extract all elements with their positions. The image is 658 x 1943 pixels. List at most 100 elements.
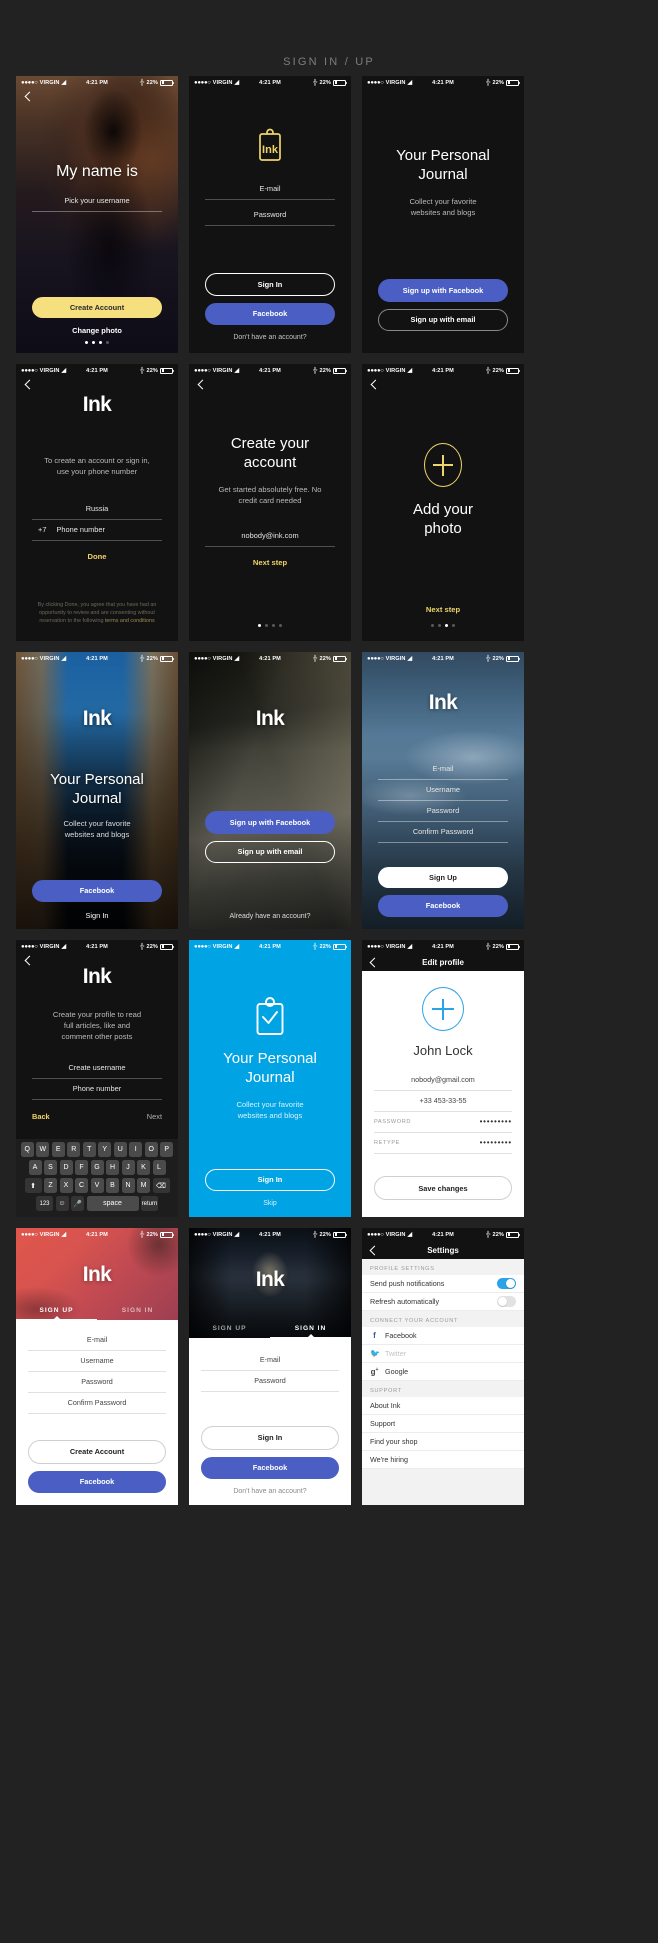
password-input[interactable]: Password xyxy=(201,1371,339,1392)
retype-field[interactable]: RETYPE ••••••••• xyxy=(374,1133,512,1154)
username-input[interactable]: Username xyxy=(28,1351,166,1372)
key-a[interactable]: A xyxy=(28,1160,42,1175)
plus-circle-icon[interactable] xyxy=(422,987,464,1031)
next-link[interactable]: Next xyxy=(147,1112,162,1121)
country-select[interactable]: Russia xyxy=(32,499,162,520)
settings-row-push-notifications[interactable]: Send push notifications xyxy=(362,1275,524,1293)
key-h[interactable]: H xyxy=(106,1160,119,1175)
save-changes-button[interactable]: Save changes xyxy=(374,1176,512,1200)
confirm-password-input[interactable]: Confirm Password xyxy=(378,822,508,843)
password-input[interactable]: Password xyxy=(205,205,335,226)
email-input[interactable]: E-mail xyxy=(201,1350,339,1371)
signup-email-button[interactable]: Sign up with email xyxy=(378,308,508,331)
key-k[interactable]: K xyxy=(137,1160,150,1175)
refresh-automatically-toggle[interactable] xyxy=(497,1296,516,1307)
facebook-button[interactable]: Facebook xyxy=(201,1456,339,1479)
back-icon[interactable] xyxy=(24,380,33,389)
sign-up-button[interactable]: Sign Up xyxy=(378,867,508,888)
key-r[interactable]: R xyxy=(67,1142,81,1157)
tab-sign-in[interactable]: SIGN IN xyxy=(97,1301,178,1320)
next-step-button[interactable]: Next step xyxy=(205,558,335,567)
back-icon[interactable] xyxy=(24,956,33,965)
key-x[interactable]: X xyxy=(59,1178,73,1193)
no-account-link[interactable]: Don't have an account? xyxy=(201,1488,339,1505)
key-z[interactable]: Z xyxy=(44,1178,57,1193)
page-dots[interactable] xyxy=(362,614,524,641)
key-w[interactable]: W xyxy=(36,1142,50,1157)
terms-link[interactable]: terms and conditions xyxy=(105,618,155,624)
key-b[interactable]: B xyxy=(106,1178,119,1193)
onscreen-keyboard[interactable]: Q W E R T Y U I O P A S D F G H J K L ⬆ … xyxy=(16,1139,178,1217)
skip-link[interactable]: Skip xyxy=(205,1200,335,1207)
phone-number-input[interactable]: Phone number xyxy=(32,1079,162,1100)
key-i[interactable]: I xyxy=(129,1142,143,1157)
email-input[interactable]: E-mail xyxy=(378,759,508,780)
settings-row-were-hiring[interactable]: We're hiring xyxy=(362,1451,524,1469)
phone-input[interactable]: +33 453-33-55 xyxy=(374,1091,512,1112)
key-q[interactable]: Q xyxy=(20,1142,34,1157)
page-dots[interactable] xyxy=(16,340,178,353)
key-d[interactable]: D xyxy=(59,1160,73,1175)
back-icon[interactable] xyxy=(369,958,378,967)
emoji-icon[interactable]: ☺ xyxy=(55,1196,69,1211)
create-account-button[interactable]: Create Account xyxy=(32,297,162,318)
sign-in-button[interactable]: Sign In xyxy=(205,1168,335,1191)
space-key[interactable]: space xyxy=(86,1196,139,1211)
key-c[interactable]: C xyxy=(75,1178,88,1193)
next-step-button[interactable]: Next step xyxy=(362,605,524,614)
create-username-input[interactable]: Create username xyxy=(32,1058,162,1079)
back-icon[interactable] xyxy=(24,92,33,101)
key-j[interactable]: J xyxy=(121,1160,135,1175)
tab-sign-up[interactable]: SIGN UP xyxy=(189,1319,270,1338)
change-photo-link[interactable]: Change photo xyxy=(32,326,162,335)
signup-email-button[interactable]: Sign up with email xyxy=(205,840,335,864)
plus-circle-icon[interactable] xyxy=(424,443,462,487)
email-input[interactable]: nobody@ink.com xyxy=(205,526,335,547)
backspace-icon[interactable]: ⌫ xyxy=(152,1178,170,1193)
password-input[interactable]: Password xyxy=(28,1372,166,1393)
facebook-button[interactable]: Facebook xyxy=(28,1470,166,1493)
microphone-icon[interactable]: 🎤 xyxy=(71,1196,84,1211)
settings-row-facebook[interactable]: f Facebook xyxy=(362,1327,524,1345)
already-account-link[interactable]: Already have an account? xyxy=(189,913,351,929)
key-u[interactable]: U xyxy=(113,1142,127,1157)
back-icon[interactable] xyxy=(197,380,206,389)
password-input[interactable]: Password xyxy=(378,801,508,822)
page-dots[interactable] xyxy=(189,623,351,641)
key-n[interactable]: N xyxy=(121,1178,135,1193)
shift-icon[interactable]: ⬆ xyxy=(24,1178,42,1193)
done-button[interactable]: Done xyxy=(32,552,162,561)
back-icon[interactable] xyxy=(369,1246,378,1255)
phone-input[interactable]: Phone number xyxy=(56,525,104,534)
return-key[interactable]: return xyxy=(141,1196,158,1211)
push-notifications-toggle[interactable] xyxy=(497,1278,516,1289)
settings-row-find-your-shop[interactable]: Find your shop xyxy=(362,1433,524,1451)
key-e[interactable]: E xyxy=(51,1142,65,1157)
back-link[interactable]: Back xyxy=(32,1112,50,1121)
key-o[interactable]: O xyxy=(144,1142,158,1157)
numbers-key[interactable]: 123 xyxy=(36,1196,53,1211)
facebook-button[interactable]: Facebook xyxy=(32,879,162,902)
key-y[interactable]: Y xyxy=(98,1142,112,1157)
settings-row-twitter[interactable]: 🐦 Twitter xyxy=(362,1345,524,1363)
username-input[interactable]: Pick your username xyxy=(32,191,162,213)
no-account-link[interactable]: Don't have an account? xyxy=(205,334,335,353)
sign-in-button[interactable]: Sign In xyxy=(201,1425,339,1450)
back-icon[interactable] xyxy=(370,380,379,389)
email-input[interactable]: E-mail xyxy=(205,179,335,200)
password-field[interactable]: PASSWORD ••••••••• xyxy=(374,1112,512,1133)
create-account-button[interactable]: Create Account xyxy=(28,1439,166,1464)
sign-in-link[interactable]: Sign In xyxy=(32,911,162,920)
settings-row-google[interactable]: g+ Google xyxy=(362,1363,524,1381)
sign-in-button[interactable]: Sign In xyxy=(205,273,335,296)
confirm-password-input[interactable]: Confirm Password xyxy=(28,1393,166,1414)
email-input[interactable]: E-mail xyxy=(28,1330,166,1351)
signup-facebook-button[interactable]: Sign up with Facebook xyxy=(205,811,335,834)
facebook-button[interactable]: Facebook xyxy=(378,894,508,917)
key-p[interactable]: P xyxy=(160,1142,174,1157)
key-s[interactable]: S xyxy=(44,1160,57,1175)
facebook-button[interactable]: Facebook xyxy=(205,302,335,325)
settings-row-support[interactable]: Support xyxy=(362,1415,524,1433)
key-v[interactable]: V xyxy=(90,1178,104,1193)
key-l[interactable]: L xyxy=(152,1160,166,1175)
